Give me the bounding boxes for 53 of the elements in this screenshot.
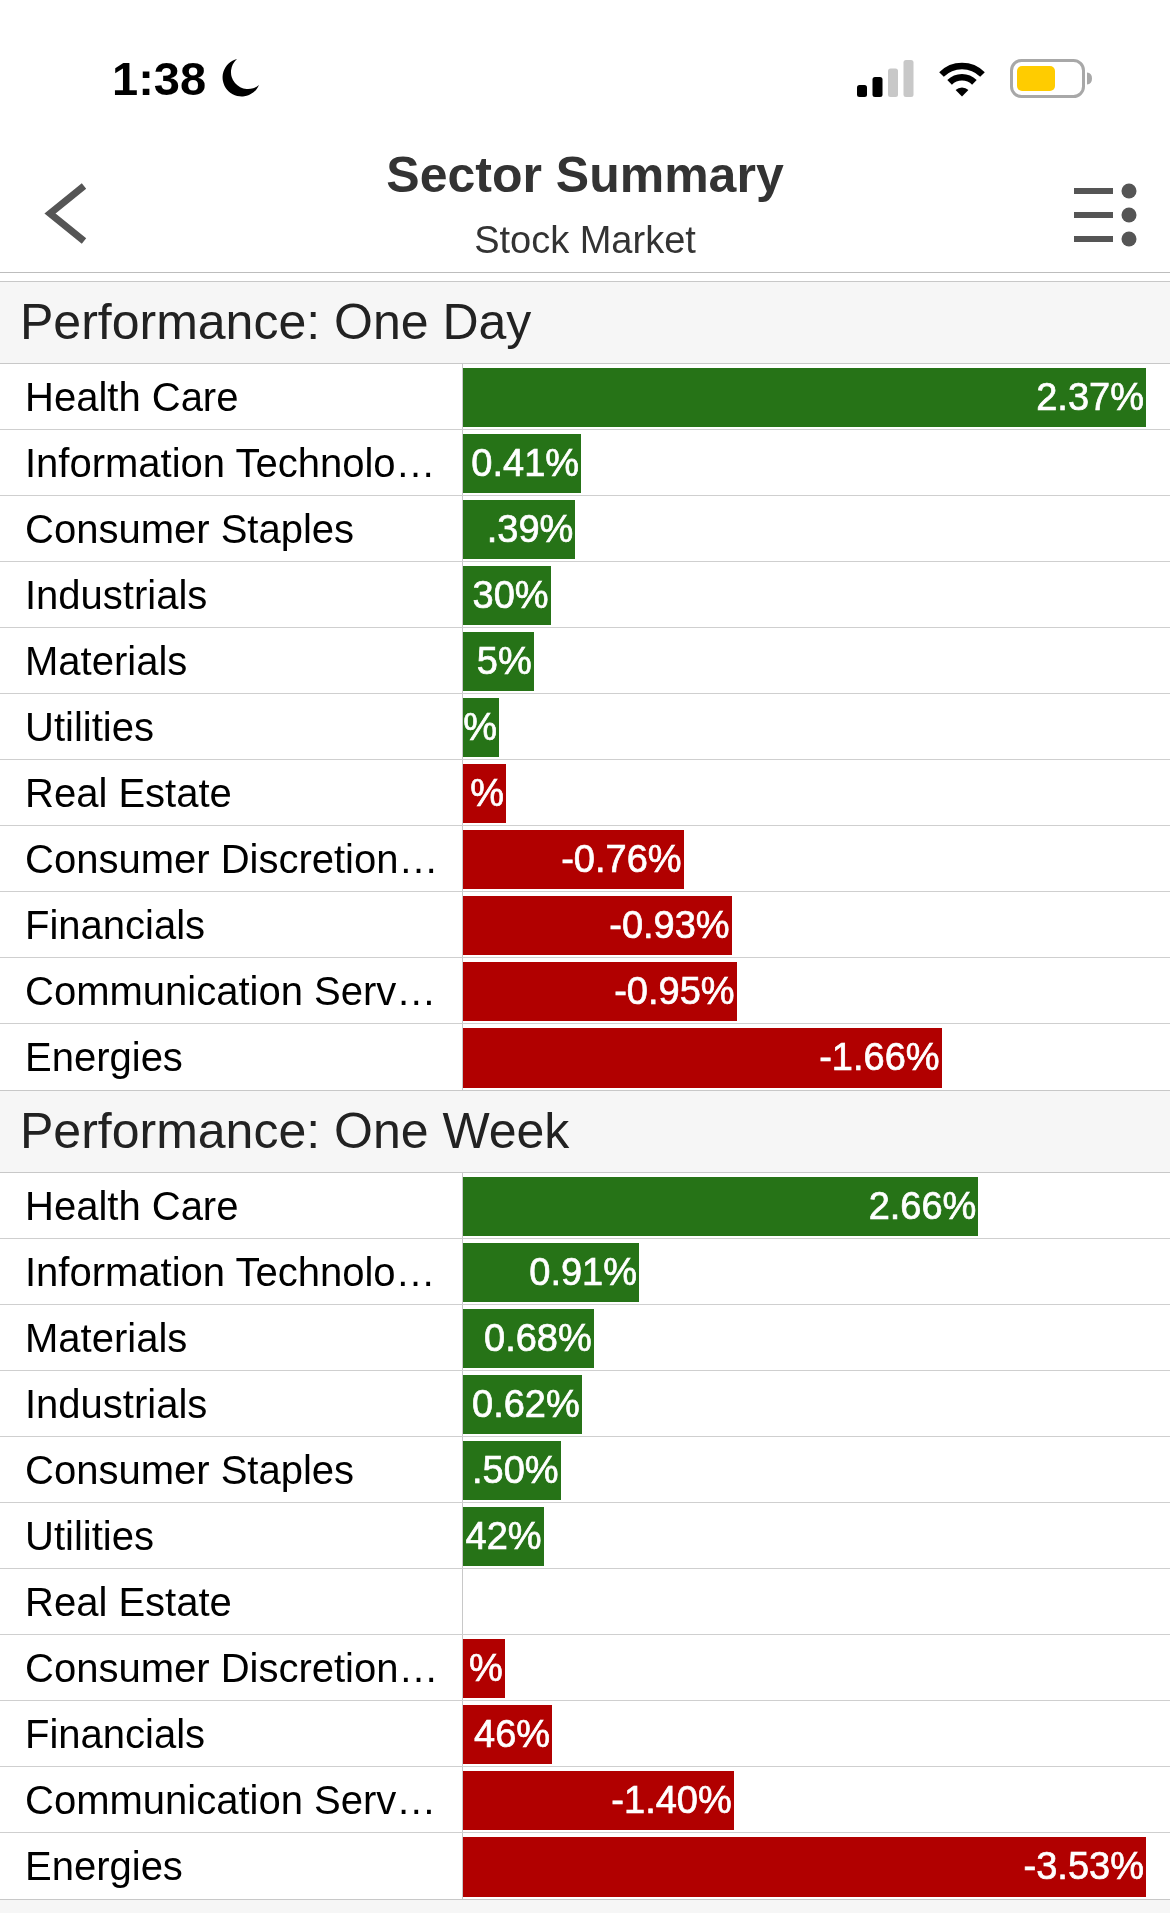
sector-label: Industrials xyxy=(25,1380,208,1427)
sector-label: Real Estate xyxy=(25,1578,232,1625)
bar-value: -0.93% xyxy=(609,903,730,948)
bar-value: -1.40% xyxy=(611,1778,732,1823)
sector-label: Information Technolo… xyxy=(25,439,436,486)
sector-label: Information Technolo… xyxy=(25,1248,436,1295)
bar-value: 0.41% xyxy=(471,441,580,486)
page-title: Sector Summary xyxy=(386,146,784,204)
bar-value: 30% xyxy=(472,573,549,618)
sector-label: Utilities xyxy=(25,1512,154,1559)
bar-value: 0.91% xyxy=(529,1250,638,1295)
bar-value: -0.95% xyxy=(614,969,735,1014)
sector-label: Industrials xyxy=(25,571,208,618)
sector-label: Health Care xyxy=(25,373,239,420)
sector-label: Consumer Discretion… xyxy=(25,835,439,882)
sector-label: Consumer Discretion… xyxy=(25,1644,439,1691)
battery-icon xyxy=(1010,58,1092,98)
sector-label: Communication Serv… xyxy=(25,1776,437,1823)
bar-value: % xyxy=(468,1646,503,1691)
sector-label: Financials xyxy=(25,1710,206,1757)
back-icon[interactable] xyxy=(41,182,88,245)
bar-value: 42% xyxy=(465,1514,542,1559)
signal-icon xyxy=(857,59,914,97)
bar-value: .50% xyxy=(471,1448,559,1493)
bar-value: -0.76% xyxy=(561,837,682,882)
bar-value: 46% xyxy=(474,1712,551,1757)
bar-value: 2.37% xyxy=(1036,375,1144,420)
sector-label: Utilities xyxy=(25,703,154,750)
sector-label: Materials xyxy=(25,637,188,684)
bar-value: .39% xyxy=(486,507,574,552)
bar-value: 5% xyxy=(476,639,532,684)
bar-value: % xyxy=(463,705,498,750)
moon-icon xyxy=(220,58,261,98)
bar-value: -1.66% xyxy=(819,1036,940,1080)
bar-value: % xyxy=(470,771,505,816)
bar-value: 0.62% xyxy=(472,1382,580,1427)
bar-value: 0.68% xyxy=(484,1316,592,1361)
sector-label: Health Care xyxy=(25,1182,239,1229)
sector-label: Materials xyxy=(25,1314,188,1361)
sector-label: Financials xyxy=(25,901,206,948)
menu-icon[interactable] xyxy=(1074,183,1137,247)
page-subtitle: Stock Market xyxy=(473,219,697,261)
section-title: Performance: One Day xyxy=(0,281,1170,364)
sector-label: Consumer Staples xyxy=(25,1446,355,1493)
sector-label: Communication Serv… xyxy=(25,967,437,1014)
sector-label: Consumer Staples xyxy=(25,505,355,552)
sector-label: Real Estate xyxy=(25,769,232,816)
bar-value: 2.66% xyxy=(868,1184,977,1229)
section-title: Performance: One Week xyxy=(0,1090,1170,1173)
status-time: 1:38 xyxy=(112,54,207,102)
sector-label: Energies xyxy=(25,1034,183,1080)
bar-value: -3.53% xyxy=(1023,1845,1144,1889)
sector-label: Energies xyxy=(25,1843,183,1889)
